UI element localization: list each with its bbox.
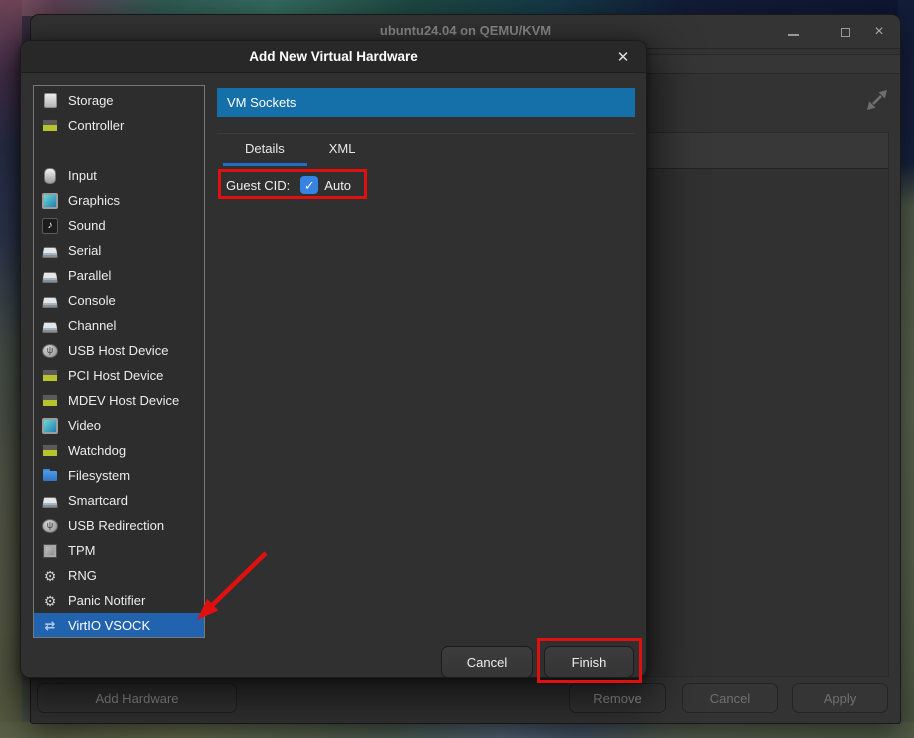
sidebar-item-label: MDEV Host Device bbox=[68, 393, 179, 408]
apply-button[interactable]: Apply bbox=[792, 683, 888, 713]
dialog-close-button[interactable]: ✕ bbox=[608, 41, 638, 73]
sidebar-item-sound[interactable]: ♪ Sound bbox=[34, 213, 204, 238]
usb-icon: ψ bbox=[42, 344, 58, 358]
close-icon: × bbox=[874, 24, 883, 40]
tab-xml[interactable]: XML bbox=[307, 134, 378, 166]
sidebar-item-mdev-host-device[interactable]: MDEV Host Device bbox=[34, 388, 204, 413]
monitor-icon bbox=[42, 193, 58, 209]
port-icon bbox=[42, 318, 58, 334]
maximize-button[interactable] bbox=[828, 15, 862, 49]
sidebar-item-panic-notifier[interactable]: ⚙ Panic Notifier bbox=[34, 588, 204, 613]
sidebar-item-label: Console bbox=[68, 293, 116, 308]
port-icon bbox=[42, 293, 58, 309]
sidebar-item-label: Smartcard bbox=[68, 493, 128, 508]
auto-label[interactable]: Auto bbox=[324, 178, 351, 193]
wallpaper-left-strip bbox=[0, 0, 22, 738]
maximize-icon bbox=[841, 28, 850, 37]
dialog-cancel-button[interactable]: Cancel bbox=[441, 646, 533, 678]
sidebar-item-label: Input bbox=[68, 168, 97, 183]
sidebar-item-label: PCI Host Device bbox=[68, 368, 163, 383]
sidebar-item-usb-host-device[interactable]: ψ USB Host Device bbox=[34, 338, 204, 363]
vm-window-title: ubuntu24.04 on QEMU/KVM bbox=[31, 23, 900, 38]
port-icon bbox=[42, 493, 58, 509]
sidebar-item-label: Storage bbox=[68, 93, 114, 108]
guest-cid-row: Guest CID: ✓ Auto bbox=[226, 172, 351, 198]
remove-button[interactable]: Remove bbox=[569, 683, 666, 713]
sound-icon: ♪ bbox=[42, 218, 58, 234]
vm-sockets-header: VM Sockets bbox=[217, 88, 635, 117]
usb-icon: ψ bbox=[42, 519, 58, 533]
sidebar-item-label: Video bbox=[68, 418, 101, 433]
checkmark-icon: ✓ bbox=[304, 179, 315, 192]
disk-icon bbox=[42, 93, 58, 109]
sidebar-item-pci-host-device[interactable]: PCI Host Device bbox=[34, 363, 204, 388]
minimize-icon bbox=[788, 34, 799, 36]
sidebar-item-label: Panic Notifier bbox=[68, 593, 145, 608]
sidebar-item-label: USB Host Device bbox=[68, 343, 168, 358]
sidebar-item-label: TPM bbox=[68, 543, 95, 558]
panel-tabs: DetailsXML bbox=[217, 133, 635, 166]
sidebar-item-label: Sound bbox=[68, 218, 106, 233]
sidebar-item-label: Controller bbox=[68, 118, 124, 133]
sidebar-item-label: VirtIO VSOCK bbox=[68, 618, 150, 633]
add-hardware-button[interactable]: Add Hardware bbox=[37, 683, 237, 713]
minimize-button[interactable] bbox=[776, 15, 810, 49]
sidebar-item-filesystem[interactable]: Filesystem bbox=[34, 463, 204, 488]
sidebar-item-virtio-vsock[interactable]: ⇄ VirtIO VSOCK bbox=[34, 613, 204, 638]
sidebar-spacer bbox=[34, 138, 204, 163]
sidebar-item-label: Watchdog bbox=[68, 443, 126, 458]
vm-sockets-header-label: VM Sockets bbox=[227, 95, 296, 110]
card-icon bbox=[42, 443, 58, 459]
sidebar-item-input[interactable]: Input bbox=[34, 163, 204, 188]
sidebar-item-video[interactable]: Video bbox=[34, 413, 204, 438]
vsock-icon: ⇄ bbox=[42, 618, 58, 634]
close-button[interactable]: × bbox=[862, 15, 896, 49]
card-icon bbox=[42, 118, 58, 134]
dialog-titlebar[interactable]: Add New Virtual Hardware ✕ bbox=[21, 41, 646, 73]
sidebar-item-tpm[interactable]: TPM bbox=[34, 538, 204, 563]
tab-details[interactable]: Details bbox=[223, 134, 307, 166]
desktop: ubuntu24.04 on QEMU/KVM × bbox=[0, 0, 914, 738]
sidebar-item-watchdog[interactable]: Watchdog bbox=[34, 438, 204, 463]
gear-icon: ⚙ bbox=[42, 593, 58, 609]
sidebar-item-label: Graphics bbox=[68, 193, 120, 208]
sidebar-item-rng[interactable]: ⚙ RNG bbox=[34, 563, 204, 588]
fullscreen-icon bbox=[864, 87, 890, 113]
sidebar-item-label: RNG bbox=[68, 568, 97, 583]
fullscreen-button[interactable] bbox=[863, 86, 891, 114]
mouse-icon bbox=[42, 168, 58, 184]
guest-cid-label: Guest CID: bbox=[226, 178, 290, 193]
sidebar-item-channel[interactable]: Channel bbox=[34, 313, 204, 338]
sidebar-item-label: Channel bbox=[68, 318, 116, 333]
sidebar-item-label: Filesystem bbox=[68, 468, 130, 483]
port-icon bbox=[42, 243, 58, 259]
sidebar-item-label: USB Redirection bbox=[68, 518, 164, 533]
sidebar-item-graphics[interactable]: Graphics bbox=[34, 188, 204, 213]
folder-icon bbox=[42, 468, 58, 484]
sidebar-item-label: Serial bbox=[68, 243, 101, 258]
sidebar-item-parallel[interactable]: Parallel bbox=[34, 263, 204, 288]
wallpaper-bottom-strip bbox=[0, 722, 914, 738]
sidebar-item-usb-redirection[interactable]: ψ USB Redirection bbox=[34, 513, 204, 538]
dialog-title: Add New Virtual Hardware bbox=[21, 49, 646, 64]
gear-icon: ⚙ bbox=[42, 568, 58, 584]
auto-checkbox[interactable]: ✓ bbox=[300, 176, 318, 194]
sidebar-item-controller[interactable]: Controller bbox=[34, 113, 204, 138]
sidebar-item-storage[interactable]: Storage bbox=[34, 88, 204, 113]
add-hardware-dialog: Add New Virtual Hardware ✕ Storage Contro… bbox=[20, 40, 647, 678]
hardware-type-list: Storage Controller Input Graphics ♪ Sound Seri… bbox=[33, 85, 205, 638]
finish-button[interactable]: Finish bbox=[544, 646, 634, 678]
vm-cancel-button[interactable]: Cancel bbox=[682, 683, 778, 713]
sidebar-item-label: Parallel bbox=[68, 268, 111, 283]
sidebar-item-serial[interactable]: Serial bbox=[34, 238, 204, 263]
chip-icon bbox=[42, 543, 58, 559]
monitor-icon bbox=[42, 418, 58, 434]
card-icon bbox=[42, 393, 58, 409]
port-icon bbox=[42, 268, 58, 284]
sidebar-item-console[interactable]: Console bbox=[34, 288, 204, 313]
sidebar-item-smartcard[interactable]: Smartcard bbox=[34, 488, 204, 513]
card-icon bbox=[42, 368, 58, 384]
